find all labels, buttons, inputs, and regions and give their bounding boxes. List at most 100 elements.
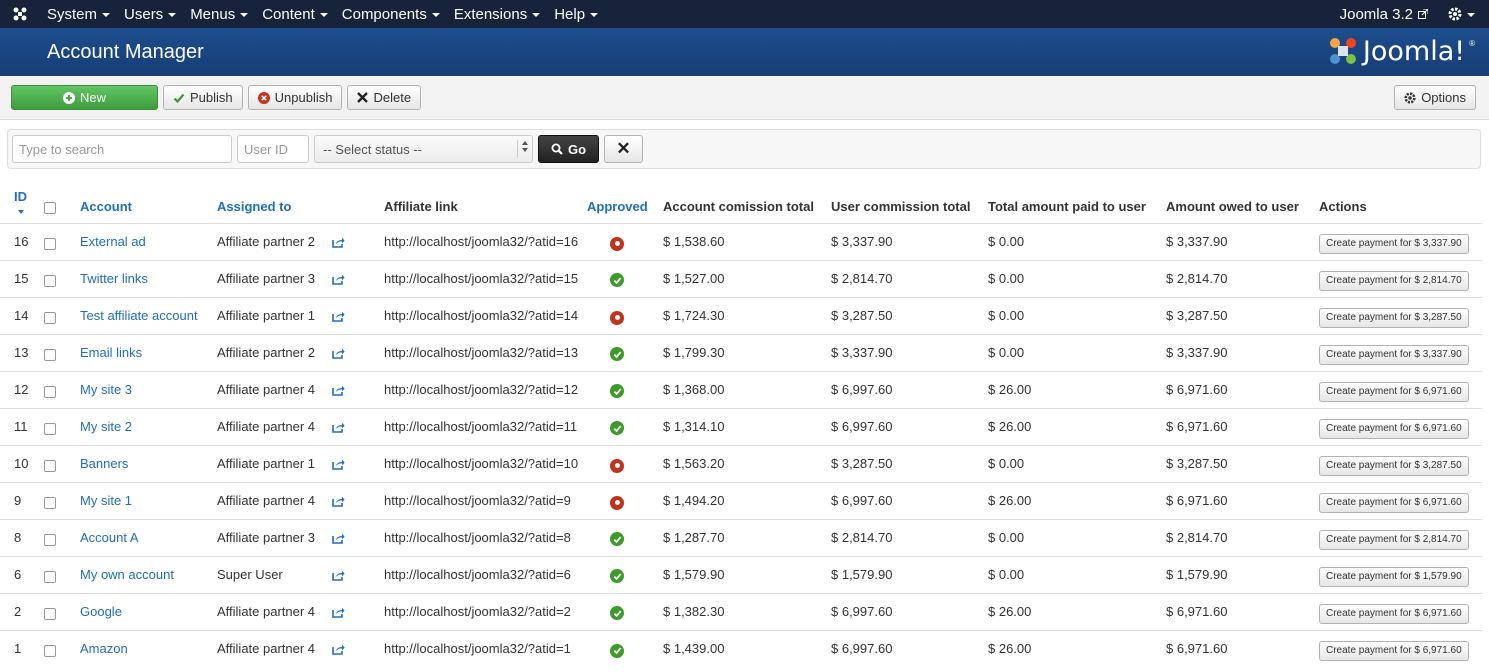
share-icon[interactable] <box>332 570 345 581</box>
options-button[interactable]: Options <box>1394 85 1476 110</box>
account-link[interactable]: Amazon <box>80 629 217 667</box>
create-payment-button[interactable]: Create payment for $ 3,287.50 <box>1319 307 1469 328</box>
create-payment-button[interactable]: Create payment for $ 1,579.90 <box>1319 566 1469 587</box>
create-payment-button[interactable]: Create payment for $ 6,971.60 <box>1319 640 1469 661</box>
cell-id: 10 <box>0 444 36 482</box>
menu-content[interactable]: Content <box>255 0 335 28</box>
search-input[interactable] <box>12 135 232 163</box>
menu-system[interactable]: System <box>40 0 117 28</box>
menu-components[interactable]: Components <box>335 0 447 28</box>
create-payment-button[interactable]: Create payment for $ 6,971.60 <box>1319 492 1469 513</box>
share-icon[interactable] <box>332 496 345 507</box>
select-all-checkbox[interactable] <box>44 201 56 214</box>
cell-id: 1 <box>0 629 36 667</box>
not-approved-icon[interactable] <box>610 458 624 473</box>
account-link[interactable]: External ad <box>80 222 217 260</box>
create-payment-button[interactable]: Create payment for $ 3,337.90 <box>1319 233 1469 254</box>
user-menu[interactable] <box>1448 7 1489 21</box>
account-link[interactable]: Email links <box>80 333 217 371</box>
cell-actions: Create payment for $ 1,579.90 <box>1319 555 1482 593</box>
cell-amount-owed: $ 6,971.60 <box>1166 370 1319 408</box>
menu-help[interactable]: Help <box>547 0 605 28</box>
create-payment-button[interactable]: Create payment for $ 2,814.70 <box>1319 270 1469 291</box>
approved-check-icon[interactable] <box>610 273 624 288</box>
cell-approved <box>587 444 663 482</box>
cell-assigned-to: Affiliate partner 3 <box>217 518 332 556</box>
publish-button[interactable]: Publish <box>163 85 243 110</box>
menu-users[interactable]: Users <box>117 0 183 28</box>
create-payment-button[interactable]: Create payment for $ 3,337.90 <box>1319 344 1469 365</box>
account-link[interactable]: Test affiliate account <box>80 296 217 334</box>
go-button[interactable]: Go <box>538 135 599 163</box>
create-payment-button[interactable]: Create payment for $ 3,287.50 <box>1319 455 1469 476</box>
column-header-account[interactable]: Account <box>80 175 217 223</box>
approved-check-icon[interactable] <box>610 532 624 547</box>
cell-assigned-to: Affiliate partner 4 <box>217 629 332 667</box>
not-approved-icon[interactable] <box>610 310 624 325</box>
row-checkbox[interactable] <box>44 645 56 658</box>
site-link[interactable]: Joomla 3.2 <box>1340 6 1448 23</box>
row-checkbox[interactable] <box>44 237 56 250</box>
account-link[interactable]: My own account <box>80 555 217 593</box>
new-button[interactable]: New <box>11 85 158 110</box>
create-payment-button[interactable]: Create payment for $ 6,971.60 <box>1319 418 1469 439</box>
unpublish-button[interactable]: Unpublish <box>247 85 343 110</box>
approved-check-icon[interactable] <box>610 384 624 399</box>
share-icon[interactable] <box>332 533 345 544</box>
row-checkbox[interactable] <box>44 496 56 509</box>
clear-button[interactable]: ✕ <box>604 135 643 163</box>
column-header-assigned-to[interactable]: Assigned to <box>217 175 372 223</box>
share-icon[interactable] <box>332 607 345 618</box>
share-icon[interactable] <box>332 237 345 248</box>
user-id-input[interactable] <box>237 135 309 163</box>
row-checkbox[interactable] <box>44 570 56 583</box>
approved-check-icon[interactable] <box>610 569 624 584</box>
account-link[interactable]: My site 3 <box>80 370 217 408</box>
row-checkbox[interactable] <box>44 274 56 287</box>
approved-check-icon[interactable] <box>610 606 624 621</box>
cell-total-paid: $ 0.00 <box>988 333 1166 371</box>
delete-button[interactable]: Delete <box>347 85 422 110</box>
row-checkbox[interactable] <box>44 422 56 435</box>
status-select[interactable]: -- Select status -- <box>314 135 533 163</box>
share-icon[interactable] <box>332 644 345 656</box>
account-link[interactable]: Account A <box>80 518 217 556</box>
share-icon[interactable] <box>332 459 345 470</box>
menu-extensions[interactable]: Extensions <box>447 0 547 28</box>
create-payment-button[interactable]: Create payment for $ 6,971.60 <box>1319 603 1469 624</box>
account-link[interactable]: Twitter links <box>80 259 217 297</box>
account-link[interactable]: My site 1 <box>80 481 217 519</box>
share-icon[interactable] <box>332 274 345 285</box>
approved-check-icon[interactable] <box>610 347 624 362</box>
not-approved-icon[interactable] <box>610 495 624 510</box>
cell-id: 12 <box>0 370 36 408</box>
account-link[interactable]: Banners <box>80 444 217 482</box>
row-checkbox[interactable] <box>44 459 56 472</box>
account-link[interactable]: My site 2 <box>80 407 217 445</box>
menu-menus[interactable]: Menus <box>183 0 255 28</box>
approved-check-icon[interactable] <box>610 421 624 436</box>
approved-check-icon[interactable] <box>610 643 624 658</box>
column-header-id[interactable]: ID <box>0 175 36 223</box>
cell-assigned-to: Affiliate partner 2 <box>217 333 332 371</box>
create-payment-button[interactable]: Create payment for $ 6,971.60 <box>1319 381 1469 402</box>
filter-bar: -- Select status -- Go ✕ <box>7 129 1481 169</box>
row-checkbox[interactable] <box>44 533 56 546</box>
row-checkbox[interactable] <box>44 311 56 324</box>
share-icon[interactable] <box>332 385 345 396</box>
cell-actions: Create payment for $ 2,814.70 <box>1319 259 1482 297</box>
row-checkbox[interactable] <box>44 607 56 620</box>
row-checkbox[interactable] <box>44 348 56 361</box>
create-payment-button[interactable]: Create payment for $ 2,814.70 <box>1319 529 1469 550</box>
account-link[interactable]: Google <box>80 592 217 630</box>
share-icon[interactable] <box>332 311 345 322</box>
cell-share <box>332 555 372 593</box>
caret-down-icon <box>590 13 599 17</box>
cell-amount-owed: $ 6,971.60 <box>1166 629 1319 667</box>
not-approved-icon[interactable] <box>610 236 624 251</box>
column-header-approved[interactable]: Approved <box>587 175 663 223</box>
share-icon[interactable] <box>332 422 345 433</box>
joomla-logo-icon[interactable] <box>0 0 40 28</box>
share-icon[interactable] <box>332 348 345 359</box>
row-checkbox[interactable] <box>44 385 56 398</box>
